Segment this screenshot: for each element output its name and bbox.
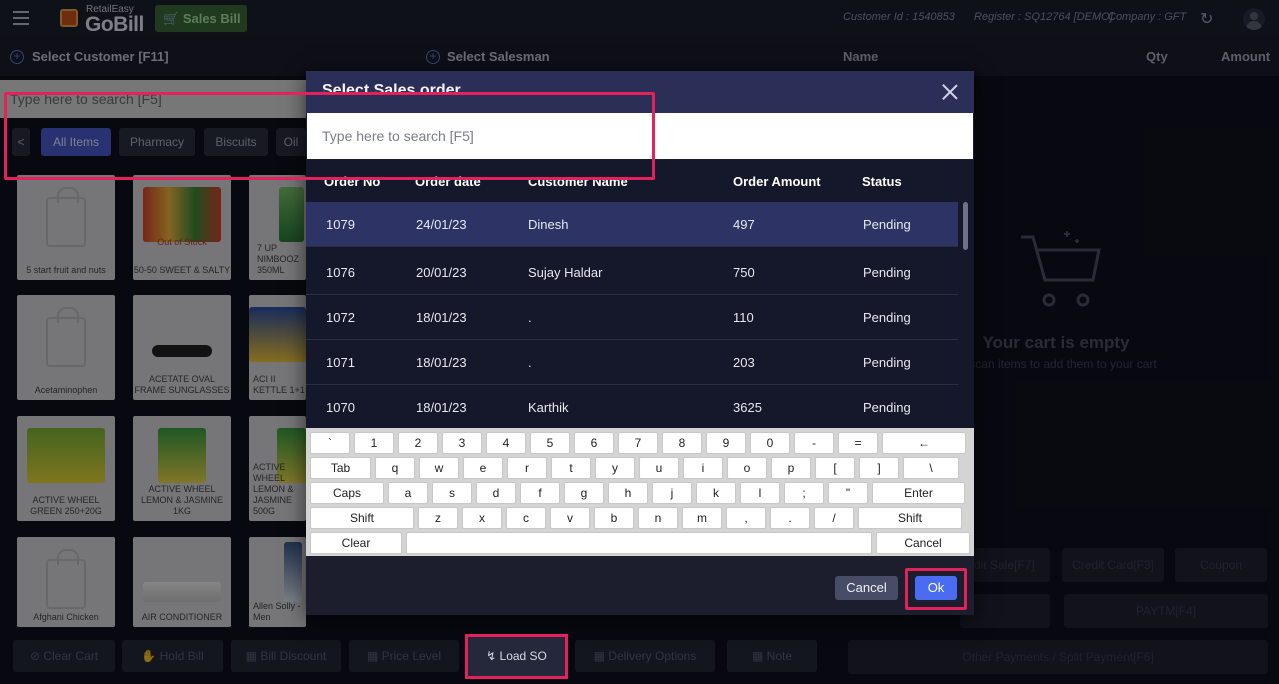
order-no-cell: 1072 — [326, 310, 355, 325]
key-w[interactable]: w — [419, 457, 459, 479]
key-u[interactable]: u — [639, 457, 679, 479]
customer-name-cell: . — [528, 355, 532, 370]
order-date-cell: 24/01/23 — [416, 217, 467, 232]
order-amount-cell: 3625 — [733, 400, 762, 415]
key-o[interactable]: o — [727, 457, 767, 479]
key-cancel[interactable]: Cancel — [876, 532, 970, 554]
key-clear[interactable]: Clear — [310, 532, 402, 554]
key-f[interactable]: f — [520, 482, 560, 504]
key-9[interactable]: 9 — [706, 432, 746, 454]
order-no-cell: 1079 — [326, 217, 355, 232]
key-enter[interactable]: Enter — [872, 482, 965, 504]
table-highlight-box — [4, 92, 655, 180]
key-slash[interactable]: / — [814, 507, 854, 529]
key-1[interactable]: 1 — [354, 432, 394, 454]
key-tab[interactable]: Tab — [310, 457, 371, 479]
table-row[interactable]: 1072 18/01/23 . 110 Pending — [306, 295, 958, 340]
order-no-cell: 1070 — [326, 400, 355, 415]
key-semicolon[interactable]: ; — [784, 482, 824, 504]
load-so-icon: ↯ — [486, 649, 497, 663]
key-shift[interactable]: Shift — [310, 507, 414, 529]
status-cell: Pending — [863, 265, 911, 280]
order-no-cell: 1071 — [326, 355, 355, 370]
key-q[interactable]: q — [375, 457, 415, 479]
customer-name-cell: Sujay Haldar — [528, 265, 603, 280]
status-cell: Pending — [863, 217, 911, 232]
table-row[interactable]: 1071 18/01/23 . 203 Pending — [306, 340, 958, 385]
key-c[interactable]: c — [506, 507, 546, 529]
ok-highlight-box — [905, 568, 967, 610]
col-status: Status — [862, 174, 902, 189]
key-t[interactable]: t — [551, 457, 591, 479]
key-8[interactable]: 8 — [662, 432, 702, 454]
key-backspace[interactable]: ← — [882, 432, 966, 454]
table-scrollbar[interactable] — [963, 202, 968, 250]
key-comma[interactable]: , — [726, 507, 766, 529]
key-h[interactable]: h — [608, 482, 648, 504]
close-icon[interactable] — [942, 84, 958, 100]
key-equals[interactable]: = — [838, 432, 878, 454]
customer-name-cell: . — [528, 310, 532, 325]
key-i[interactable]: i — [683, 457, 723, 479]
key-shift[interactable]: Shift — [858, 507, 962, 529]
key-g[interactable]: g — [564, 482, 604, 504]
key-e[interactable]: e — [463, 457, 503, 479]
key-7[interactable]: 7 — [618, 432, 658, 454]
key-backtick[interactable]: ` — [310, 432, 350, 454]
load-so-button[interactable]: ↯ Load SO — [465, 634, 568, 679]
key-p[interactable]: p — [771, 457, 811, 479]
key-minus[interactable]: - — [794, 432, 834, 454]
key-r[interactable]: r — [507, 457, 547, 479]
status-cell: Pending — [863, 400, 911, 415]
key-x[interactable]: x — [462, 507, 502, 529]
order-no-cell: 1076 — [326, 265, 355, 280]
table-row[interactable]: 1079 24/01/23 Dinesh 497 Pending — [306, 202, 958, 247]
on-screen-keyboard: ` 1 2 3 4 5 6 7 8 9 0- = ← Tab q w e r t y u i o p[] \ Caps a s d f g h… — [306, 428, 974, 556]
sales-order-table: Order No Order date Customer Name Order … — [306, 160, 974, 428]
key-2[interactable]: 2 — [398, 432, 438, 454]
key-lbracket[interactable]: [ — [815, 457, 855, 479]
key-z[interactable]: z — [418, 507, 458, 529]
order-amount-cell: 497 — [733, 217, 755, 232]
key-k[interactable]: k — [696, 482, 736, 504]
key-m[interactable]: m — [682, 507, 722, 529]
col-order-amount: Order Amount — [733, 174, 821, 189]
key-backslash[interactable]: \ — [903, 457, 959, 479]
key-0[interactable]: 0 — [750, 432, 790, 454]
order-date-cell: 18/01/23 — [416, 355, 467, 370]
table-row[interactable]: 1076 20/01/23 Sujay Haldar 750 Pending — [306, 250, 958, 295]
customer-name-cell: Dinesh — [528, 217, 569, 232]
key-s[interactable]: s — [432, 482, 472, 504]
status-cell: Pending — [863, 355, 911, 370]
dialog-cancel-button[interactable]: Cancel — [835, 576, 898, 600]
key-6[interactable]: 6 — [574, 432, 614, 454]
key-j[interactable]: j — [652, 482, 692, 504]
key-v[interactable]: v — [550, 507, 590, 529]
customer-name-cell: Karthik — [528, 400, 569, 415]
key-d[interactable]: d — [476, 482, 516, 504]
key-quote[interactable]: " — [828, 482, 868, 504]
order-date-cell: 20/01/23 — [416, 265, 467, 280]
key-4[interactable]: 4 — [486, 432, 526, 454]
key-3[interactable]: 3 — [442, 432, 482, 454]
key-a[interactable]: a — [388, 482, 428, 504]
status-cell: Pending — [863, 310, 911, 325]
order-amount-cell: 750 — [733, 265, 755, 280]
key-period[interactable]: . — [770, 507, 810, 529]
order-date-cell: 18/01/23 — [416, 400, 467, 415]
order-amount-cell: 203 — [733, 355, 755, 370]
key-caps[interactable]: Caps — [310, 482, 384, 504]
key-l[interactable]: l — [740, 482, 780, 504]
key-y[interactable]: y — [595, 457, 635, 479]
key-b[interactable]: b — [594, 507, 634, 529]
order-amount-cell: 110 — [733, 310, 754, 325]
key-rbracket[interactable]: ] — [859, 457, 899, 479]
table-row[interactable]: 1070 18/01/23 Karthik 3625 Pending — [306, 385, 958, 428]
key-n[interactable]: n — [638, 507, 678, 529]
key-space[interactable] — [406, 532, 872, 554]
key-5[interactable]: 5 — [530, 432, 570, 454]
load-so-label: Load SO — [499, 649, 547, 663]
order-date-cell: 18/01/23 — [416, 310, 467, 325]
